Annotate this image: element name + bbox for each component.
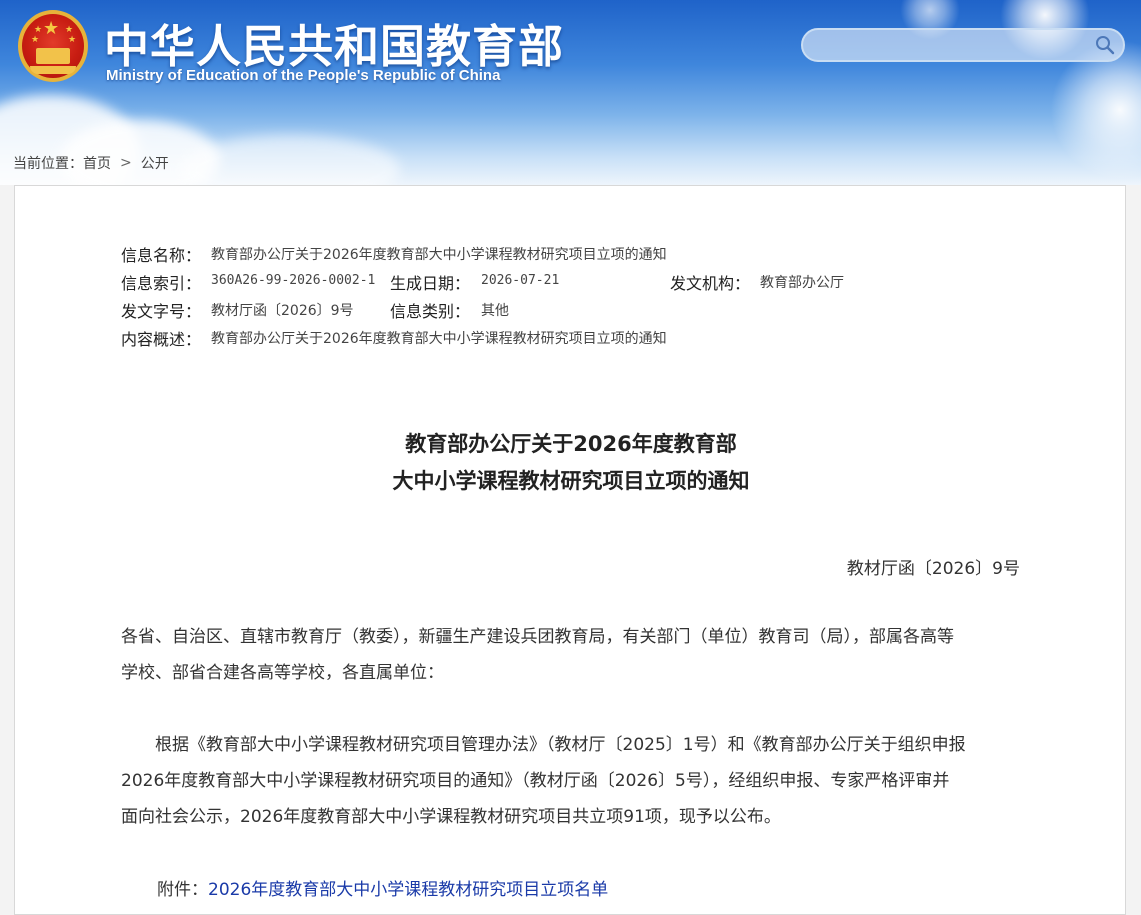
document-number: 教材厅函〔2026〕9号 bbox=[846, 559, 1020, 579]
attachment-label: 附件： bbox=[157, 880, 208, 900]
info-index-value: 360A26-99-2026-0002-1 bbox=[211, 273, 376, 288]
cloud-decoration bbox=[180, 135, 400, 185]
ribbon-icon bbox=[30, 66, 76, 74]
chevron-right-icon: > bbox=[120, 155, 132, 171]
doc-number-label: 发文字号： bbox=[121, 302, 202, 321]
document-title-line2: 大中小学课程教材研究项目立项的通知 bbox=[392, 469, 750, 493]
breadcrumb-public[interactable]: 公开 bbox=[141, 156, 169, 172]
site-title[interactable]: 中华人民共和国教育部 bbox=[104, 10, 564, 75]
paragraph-line: 学校、部省合建各高等学校，各直属单位： bbox=[121, 663, 444, 683]
attachment-link[interactable]: 2026年度教育部大中小学课程教材研究项目立项名单 bbox=[208, 880, 608, 900]
paragraph-line: 各省、自治区、直辖市教育厅（教委），新疆生产建设兵团教育局，有关部门（单位）教育… bbox=[121, 627, 954, 647]
star-icon: ★ bbox=[68, 35, 77, 45]
issuer-value: 教育部办公厅 bbox=[760, 275, 844, 291]
recipients-paragraph: 各省、自治区、直辖市教育厅（教委），新疆生产建设兵团教育局，有关部门（单位）教育… bbox=[121, 619, 1026, 691]
breadcrumb-home[interactable]: 首页 bbox=[83, 156, 111, 172]
info-name-label: 信息名称： bbox=[121, 246, 202, 265]
document-title-line1: 教育部办公厅关于2026年度教育部 bbox=[405, 432, 737, 456]
star-icon: ★ bbox=[34, 25, 43, 35]
site-subtitle[interactable]: Ministry of Education of the People's Re… bbox=[106, 67, 500, 84]
content-card: 信息名称： 教育部办公厅关于2026年度教育部大中小学课程教材研究项目立项的通知… bbox=[14, 185, 1126, 915]
info-name-value: 教育部办公厅关于2026年度教育部大中小学课程教材研究项目立项的通知 bbox=[211, 247, 667, 263]
body-paragraph: 根据《教育部大中小学课程教材研究项目管理办法》（教材厅〔2025〕1号）和《教育… bbox=[121, 727, 1026, 835]
issuer-label: 发文机构： bbox=[670, 274, 751, 293]
star-icon: ★ bbox=[31, 35, 40, 45]
star-icon: ★ bbox=[43, 18, 60, 39]
search-icon[interactable] bbox=[1095, 35, 1115, 55]
summary-label: 内容概述： bbox=[121, 330, 202, 349]
date-label: 生成日期： bbox=[390, 274, 471, 293]
breadcrumb-label: 当前位置： bbox=[13, 156, 83, 172]
attachment: 附件：2026年度教育部大中小学课程教材研究项目立项名单 bbox=[157, 875, 608, 900]
national-emblem-icon[interactable]: ★ ★ ★ ★ ★ bbox=[18, 10, 88, 82]
category-label: 信息类别： bbox=[390, 302, 471, 321]
search-input[interactable] bbox=[801, 28, 1125, 62]
paragraph-line: 面向社会公示，2026年度教育部大中小学课程教材研究项目共立项91项，现予以公布… bbox=[121, 807, 781, 827]
category-value: 其他 bbox=[481, 303, 509, 319]
summary-value: 教育部办公厅关于2026年度教育部大中小学课程教材研究项目立项的通知 bbox=[211, 331, 667, 347]
breadcrumb: 当前位置：首页 > 公开 bbox=[13, 153, 169, 173]
paragraph-line: 2026年度教育部大中小学课程教材研究项目的通知》（教材厅函〔2026〕5号），… bbox=[121, 771, 950, 791]
site-header: ★ ★ ★ ★ ★ 中华人民共和国教育部 Ministry of Educati… bbox=[0, 0, 1141, 185]
doc-number-value: 教材厅函〔2026〕9号 bbox=[211, 303, 354, 319]
tiananmen-icon bbox=[36, 48, 70, 64]
star-icon: ★ bbox=[65, 25, 74, 35]
paragraph-line: 根据《教育部大中小学课程教材研究项目管理办法》（教材厅〔2025〕1号）和《教育… bbox=[121, 735, 966, 755]
date-value: 2026-07-21 bbox=[481, 273, 560, 288]
info-index-label: 信息索引： bbox=[121, 274, 202, 293]
